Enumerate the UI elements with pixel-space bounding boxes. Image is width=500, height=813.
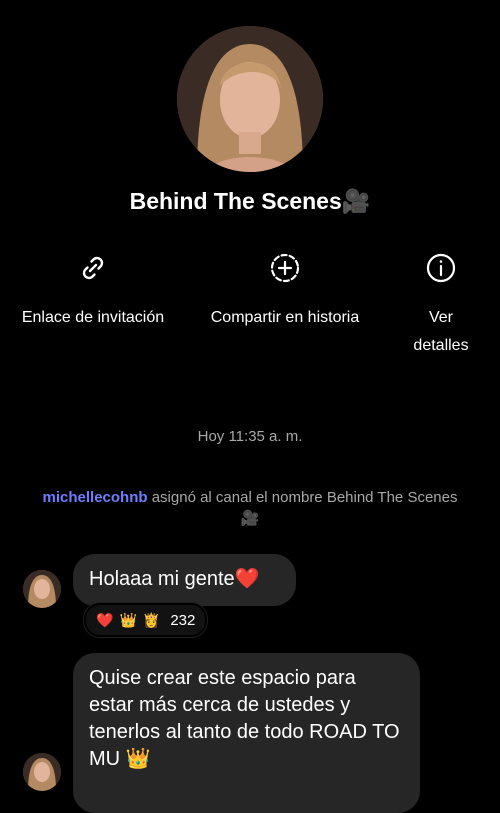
- message-text: Quise crear este espacio para estar más …: [89, 667, 400, 770]
- sender-avatar-image: [23, 753, 61, 791]
- invite-link-action[interactable]: Enlace de invitación: [10, 252, 176, 332]
- invite-link-label: Enlace de invitación: [21, 309, 165, 326]
- sender-avatar[interactable]: [23, 753, 61, 791]
- system-message: michellecohnb asignó al canal el nombre …: [40, 487, 460, 529]
- system-message-text: asignó al canal el nombre Behind The Sce…: [147, 489, 458, 527]
- link-icon: [77, 252, 109, 284]
- share-story-label: Compartir en historia: [210, 309, 360, 326]
- view-details-label-line1: Ver: [428, 309, 453, 326]
- chat-timestamp: Hoy 11:35 a. m.: [197, 428, 303, 445]
- view-details-label: Ver detalles: [396, 304, 486, 360]
- info-icon: [425, 252, 457, 284]
- message-text: Holaaa mi gente❤️: [89, 568, 260, 590]
- reaction-heart: ❤️: [96, 611, 114, 628]
- view-details-action[interactable]: Ver detalles: [396, 252, 486, 360]
- message-reactions[interactable]: ❤️ 👑 👸 232: [84, 603, 208, 637]
- channel-title: Behind The Scenes🎥: [129, 188, 371, 214]
- message-bubble[interactable]: Quise crear este espacio para estar más …: [73, 653, 420, 813]
- avatar-portrait-image: [177, 26, 323, 172]
- reaction-count: 232: [170, 611, 196, 629]
- system-message-username[interactable]: michellecohnb: [43, 489, 148, 506]
- reaction-princess: 👸: [142, 611, 161, 628]
- sender-avatar[interactable]: [23, 570, 61, 608]
- message-bubble[interactable]: Holaaa mi gente❤️: [73, 554, 296, 606]
- reaction-crown: 👑: [119, 611, 137, 628]
- share-story-action[interactable]: Compartir en historia: [196, 252, 374, 332]
- view-details-label-line2: detalles: [413, 337, 469, 354]
- channel-avatar[interactable]: [177, 26, 323, 172]
- add-story-icon: [269, 252, 301, 284]
- sender-avatar-image: [23, 570, 61, 608]
